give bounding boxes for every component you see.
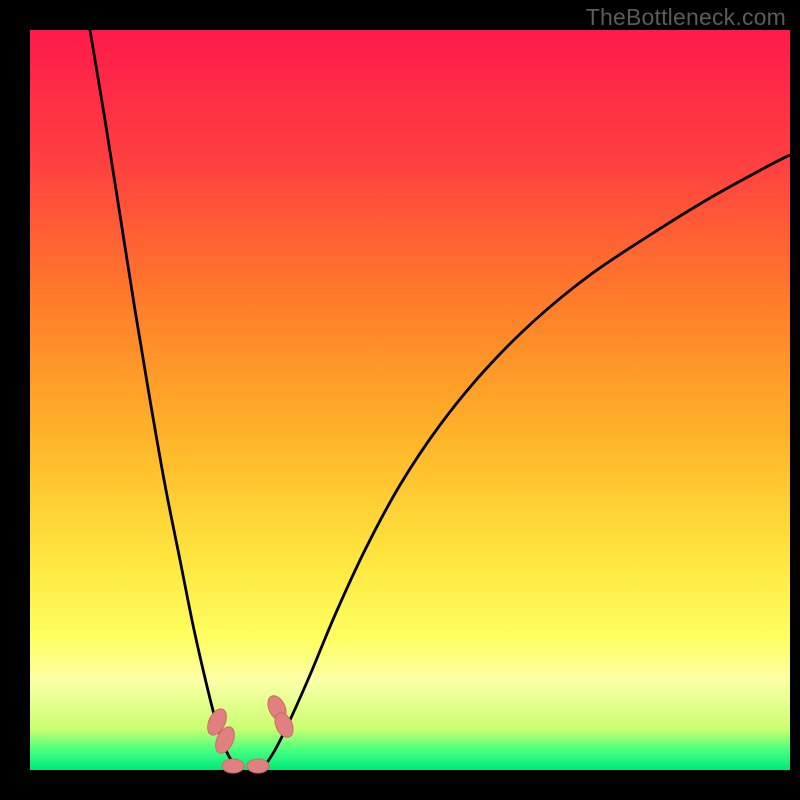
watermark-text: TheBottleneck.com	[586, 4, 786, 31]
plot-background	[30, 30, 790, 770]
marker-bottom-left	[222, 759, 244, 773]
marker-bottom-right	[247, 759, 269, 773]
chart-frame: TheBottleneck.com	[0, 0, 800, 800]
bottleneck-chart	[0, 0, 800, 800]
